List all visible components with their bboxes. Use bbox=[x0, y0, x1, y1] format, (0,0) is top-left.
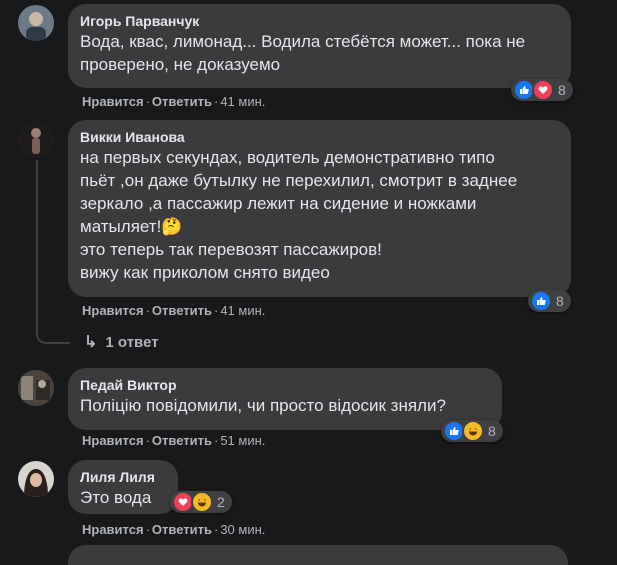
comment-author[interactable]: Педай Виктор bbox=[80, 376, 490, 394]
like-link[interactable]: Нравится bbox=[82, 433, 144, 448]
thumbs-up-icon bbox=[530, 290, 552, 312]
user-photo-icon bbox=[18, 121, 54, 157]
comment-time[interactable]: 41 мин. bbox=[220, 303, 265, 318]
reply-link[interactable]: Ответить bbox=[152, 303, 212, 318]
reply-arrow-icon: ↳ bbox=[84, 334, 98, 351]
like-link[interactable]: Нравится bbox=[82, 522, 144, 537]
like-link[interactable]: Нравится bbox=[82, 303, 144, 318]
comment-actions: Нравится · Ответить · 41 мин. bbox=[82, 303, 266, 318]
reaction-count: 8 bbox=[556, 293, 564, 309]
user-photo-icon bbox=[18, 5, 54, 41]
comment-bubble: Игорь Парванчук Вода, квас, лимонад... В… bbox=[68, 4, 571, 88]
reactions-summary[interactable]: 8 bbox=[511, 79, 573, 101]
comment-author[interactable]: Игорь Парванчук bbox=[80, 12, 559, 30]
comment-bubble: Педай Виктор Поліцію повідомили, чи прос… bbox=[68, 368, 502, 430]
comment-time[interactable]: 51 мин. bbox=[220, 433, 265, 448]
comment-bubble: Лиля Лиля Это вода bbox=[68, 460, 178, 514]
laughing-face-icon bbox=[191, 491, 213, 513]
comment-time[interactable]: 30 мин. bbox=[220, 522, 265, 537]
comment-bubble: Викки Иванова на первых секундах, водите… bbox=[68, 120, 571, 297]
comment-actions: Нравится · Ответить · 30 мин. bbox=[82, 522, 266, 537]
replies-count: 1 ответ bbox=[105, 333, 159, 351]
reaction-count: 2 bbox=[217, 494, 225, 510]
comment-text: на первых секундах, водитель демонстрати… bbox=[80, 148, 518, 282]
comment-actions: Нравится · Ответить · 51 мин. bbox=[82, 433, 266, 448]
reactions-summary[interactable]: 8 bbox=[528, 290, 571, 312]
view-replies-button[interactable]: ↳ 1 ответ bbox=[84, 332, 159, 352]
comment-time[interactable]: 41 мин. bbox=[220, 94, 265, 109]
laughing-face-icon bbox=[462, 420, 484, 442]
next-comment-bubble bbox=[68, 545, 568, 565]
reactions-summary[interactable]: 8 bbox=[441, 420, 503, 442]
comment-1: Игорь Парванчук Вода, квас, лимонад... В… bbox=[0, 0, 617, 110]
reactions-summary[interactable]: 2 bbox=[170, 491, 232, 513]
comment-author[interactable]: Викки Иванова bbox=[80, 128, 559, 146]
reaction-count: 8 bbox=[558, 82, 566, 98]
avatar[interactable] bbox=[18, 5, 54, 41]
thread-line bbox=[36, 160, 38, 330]
user-photo-icon bbox=[18, 370, 54, 406]
comment-author[interactable]: Лиля Лиля bbox=[80, 468, 166, 486]
reply-link[interactable]: Ответить bbox=[152, 433, 212, 448]
avatar[interactable] bbox=[18, 461, 54, 497]
like-link[interactable]: Нравится bbox=[82, 94, 144, 109]
avatar[interactable] bbox=[18, 370, 54, 406]
comment-text: Поліцію повідомили, чи просто відосик зн… bbox=[80, 396, 446, 415]
comment-text: Вода, квас, лимонад... Водила стебётся м… bbox=[80, 32, 526, 74]
heart-icon bbox=[532, 79, 554, 101]
avatar[interactable] bbox=[18, 121, 54, 157]
reply-link[interactable]: Ответить bbox=[152, 94, 212, 109]
reply-link[interactable]: Ответить bbox=[152, 522, 212, 537]
thread-connector bbox=[36, 318, 70, 344]
reaction-count: 8 bbox=[488, 423, 496, 439]
comment-text: Это вода bbox=[80, 488, 152, 507]
user-photo-icon bbox=[18, 461, 54, 497]
comment-actions: Нравится · Ответить · 41 мин. bbox=[82, 94, 266, 109]
